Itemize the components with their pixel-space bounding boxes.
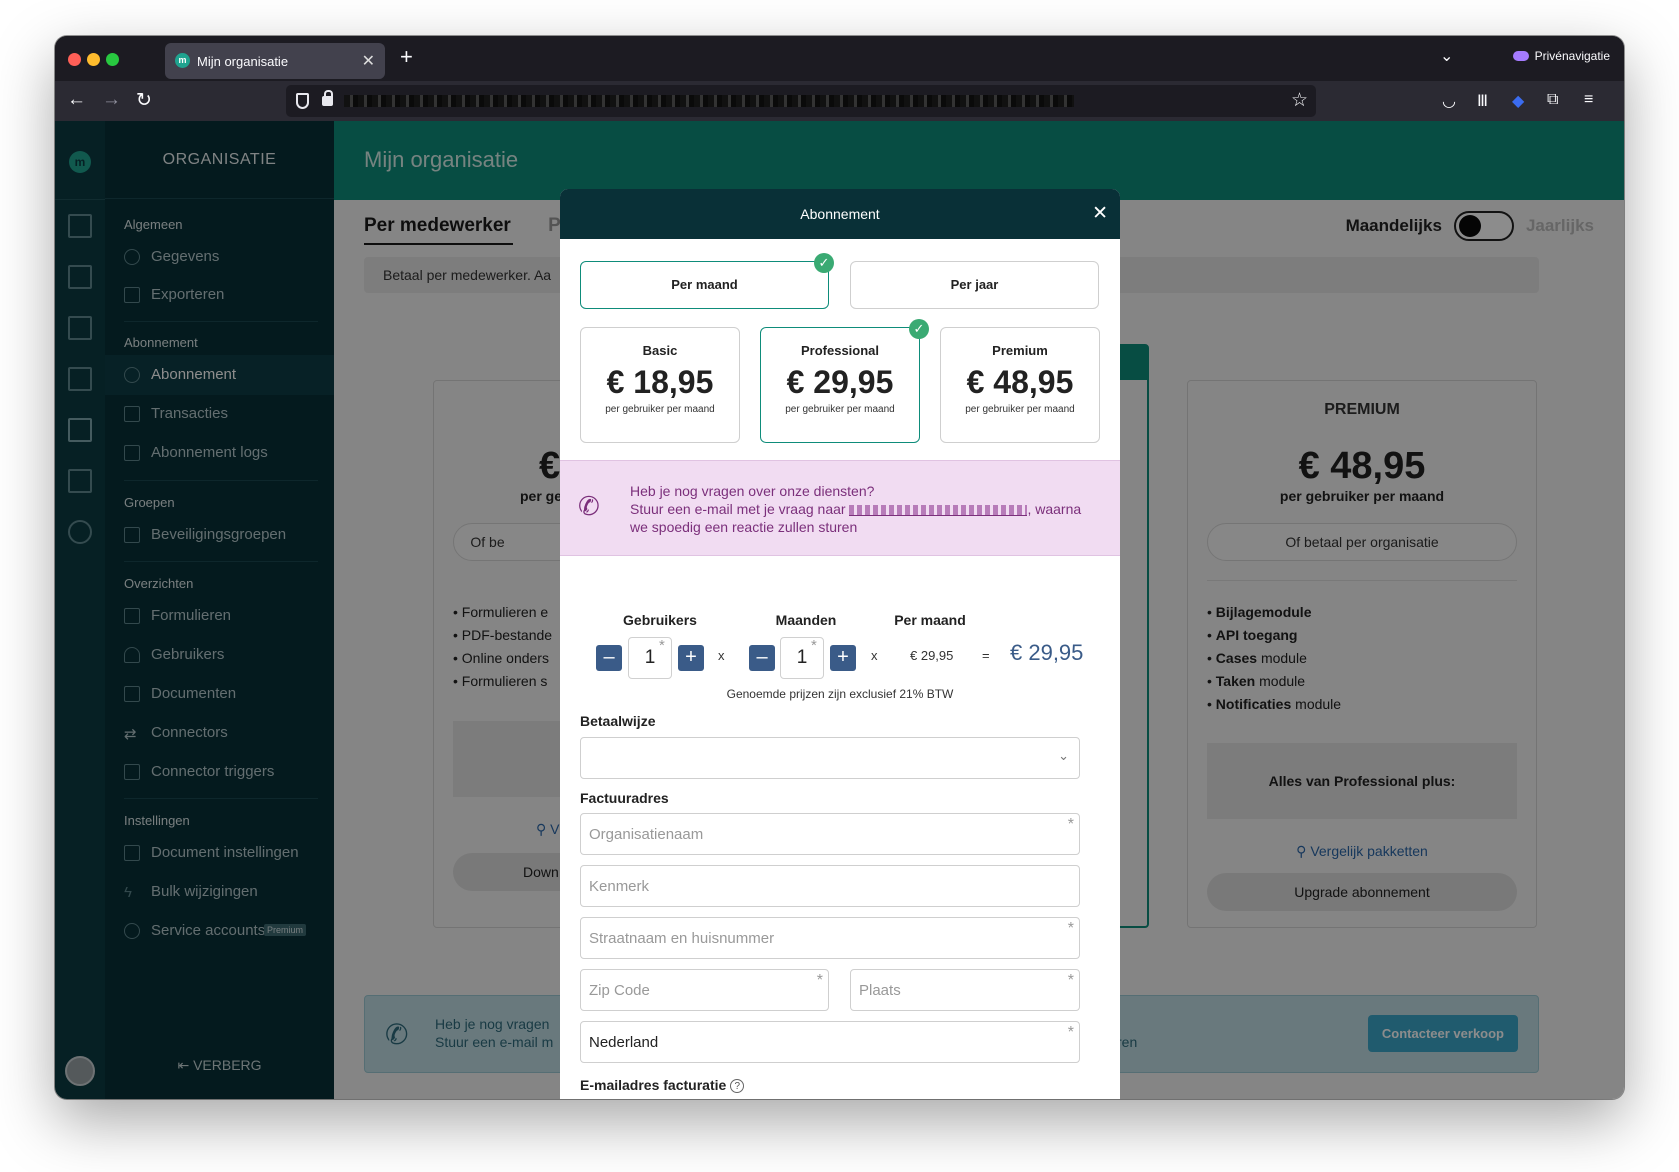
browser-window: m Mijn organisatie ✕ + ⌄ Privénavigatie …	[55, 36, 1624, 1099]
street-input[interactable]: Straatnaam en huisnummer *	[580, 917, 1080, 959]
subscription-modal: Abonnement ✕ Per maand ✓ Per jaar Basic …	[560, 189, 1120, 1099]
total-price: € 29,95	[1010, 640, 1084, 665]
users-increment-button[interactable]: +	[678, 645, 704, 671]
period-yearly-option[interactable]: Per jaar	[850, 261, 1099, 309]
plan-unit: per gebruiker per maand	[785, 404, 895, 415]
months-label: Maanden	[775, 612, 837, 628]
selected-check-icon: ✓	[909, 319, 929, 339]
period-monthly-option[interactable]: Per maand	[580, 261, 829, 309]
modal-header: Abonnement ✕	[560, 189, 1120, 239]
pocket-icon[interactable]: ◡	[1442, 91, 1456, 111]
months-decrement-button[interactable]: –	[749, 645, 775, 671]
unit-price: € 29,95	[910, 648, 954, 663]
plan-price: € 29,95	[786, 364, 894, 400]
times-sign: x	[718, 648, 725, 663]
required-asterisk-icon: *	[1067, 920, 1074, 937]
plan-name: Professional	[800, 343, 880, 358]
tab-title: Mijn organisatie	[197, 54, 289, 69]
plan-price: € 48,95	[966, 364, 1074, 400]
required-asterisk-icon: *	[811, 637, 817, 654]
users-label: Gebruikers	[623, 612, 697, 628]
plan-unit: per gebruiker per maand	[605, 404, 715, 415]
close-icon[interactable]: ✕	[1092, 189, 1108, 239]
bookmark-star-icon[interactable]: ☆	[1291, 89, 1308, 112]
back-arrow-icon[interactable]: ←	[67, 89, 86, 111]
question-line1: Heb je nog vragen over onze diensten?	[630, 483, 875, 499]
plan-unit: per gebruiker per maand	[965, 404, 1075, 415]
required-asterisk-icon: *	[659, 637, 665, 654]
lock-icon[interactable]	[322, 90, 333, 106]
private-label: Privénavigatie	[1534, 49, 1610, 63]
zip-code-input[interactable]: Zip Code *	[580, 969, 829, 1011]
questions-banner: ✆ Heb je nog vragen over onze diensten? …	[560, 460, 1120, 556]
close-window-button[interactable]	[68, 53, 81, 66]
country-input[interactable]: Nederland *	[580, 1021, 1080, 1063]
required-asterisk-icon: *	[1067, 816, 1074, 833]
extensions-icon[interactable]: ⧉	[1547, 91, 1558, 109]
tracking-shield-icon[interactable]	[296, 93, 309, 109]
browser-titlebar: m Mijn organisatie ✕ + ⌄ Privénavigatie	[55, 36, 1624, 81]
users-input[interactable]: 1	[628, 637, 672, 679]
required-asterisk-icon: *	[1067, 1024, 1074, 1041]
library-icon[interactable]: Ⅲ	[1477, 91, 1488, 111]
modal-title: Abonnement	[800, 206, 880, 222]
months-increment-button[interactable]: +	[830, 645, 856, 671]
private-browsing-indicator: Privénavigatie	[1512, 49, 1610, 63]
maximize-window-button[interactable]	[106, 53, 119, 66]
private-mask-icon	[1512, 51, 1529, 61]
chevron-down-icon: ⌄	[1058, 748, 1069, 763]
billing-email-label: E-mailadres facturatie?	[580, 1077, 745, 1094]
plan-name: Basic	[642, 343, 678, 358]
equals-sign: =	[982, 648, 990, 663]
question-line3: we spoedig een reactie zullen sturen	[630, 519, 858, 535]
organisation-name-input[interactable]: Organisatienaam *	[580, 813, 1080, 855]
plan-professional-option[interactable]: Professional € 29,95 per gebruiker per m…	[760, 327, 920, 443]
help-question-icon[interactable]: ?	[730, 1079, 745, 1094]
minimize-window-button[interactable]	[87, 53, 100, 66]
vat-note: Genoemde prijzen zijn exclusief 21% BTW	[726, 687, 954, 701]
tab-favicon-icon: m	[175, 53, 190, 68]
selected-check-icon: ✓	[814, 253, 834, 273]
new-tab-icon[interactable]: +	[400, 44, 413, 70]
city-input[interactable]: Plaats *	[850, 969, 1080, 1011]
redacted-url	[344, 95, 1074, 107]
payment-method-label: Betaalwijze	[580, 713, 656, 729]
menu-icon[interactable]: ≡	[1584, 91, 1593, 109]
plan-price: € 18,95	[606, 364, 714, 400]
payment-method-select[interactable]: ⌄	[580, 737, 1080, 779]
forward-arrow-icon[interactable]: →	[102, 89, 121, 111]
times-sign: x	[871, 648, 878, 663]
reload-icon[interactable]: ↻	[136, 89, 152, 112]
months-input[interactable]: 1	[780, 637, 824, 679]
redacted-email-link[interactable]	[849, 504, 1028, 516]
required-asterisk-icon: *	[816, 972, 823, 989]
reference-input[interactable]: Kenmerk	[580, 865, 1080, 907]
plan-name: Premium	[992, 343, 1048, 358]
tab-list-chevron-icon[interactable]: ⌄	[1440, 46, 1453, 66]
app-content: m ORGANISATIE Algemeen Gegevens Exporter…	[55, 121, 1624, 1099]
plan-premium-option[interactable]: Premium € 48,95 per gebruiker per maand	[940, 327, 1100, 443]
question-line2: Stuur een e-mail met je vraag naar , waa…	[630, 501, 1082, 517]
invoice-address-label: Factuuradres	[580, 790, 669, 806]
plan-basic-option[interactable]: Basic € 18,95 per gebruiker per maand	[580, 327, 740, 443]
required-asterisk-icon: *	[1067, 972, 1074, 989]
bitwarden-icon[interactable]: ◆	[1512, 91, 1524, 111]
browser-tab[interactable]: m Mijn organisatie ✕	[165, 43, 385, 79]
phone-icon: ✆	[578, 491, 600, 521]
users-decrement-button[interactable]: –	[596, 645, 622, 671]
browser-navbar: ← → ↻ ☆ ◡ Ⅲ ◆ ⧉ ≡	[55, 81, 1624, 121]
tab-close-icon[interactable]: ✕	[362, 51, 375, 71]
per-month-label: Per maand	[894, 612, 966, 628]
address-bar[interactable]: ☆	[286, 85, 1316, 117]
